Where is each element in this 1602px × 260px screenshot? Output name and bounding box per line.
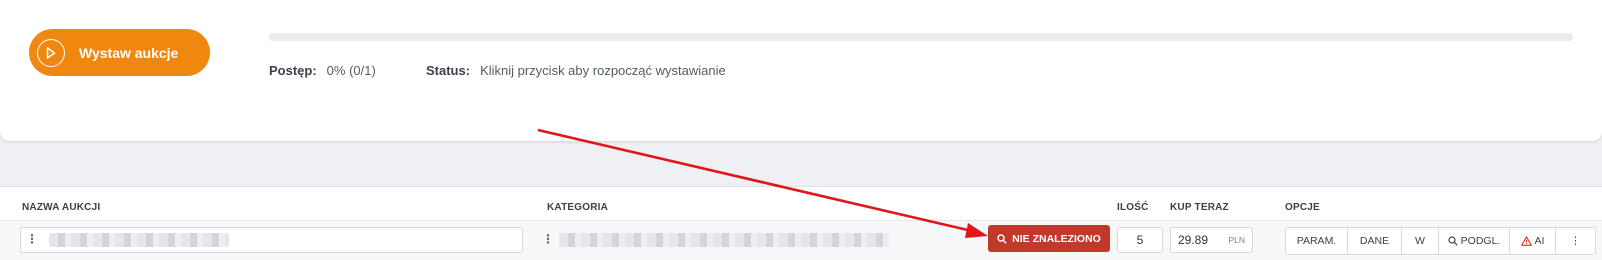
- auctions-table: NAZWA AUKCJI KATEGORIA ILOŚĆ KUP TERAZ O…: [0, 186, 1602, 260]
- category-drag-icon[interactable]: ⋮: [542, 232, 554, 246]
- table-row: ⋮ ⋮ NIE ZNALEZIONO 5 29.89 PLN PARAM. DA…: [0, 221, 1602, 260]
- column-header-options: OPCJE: [1285, 202, 1320, 213]
- progress-value: 0% (0/1): [326, 63, 376, 78]
- options-button-group: PARAM. DANE W PODGL. AI ⋮: [1285, 227, 1596, 255]
- column-header-category: KATEGORIA: [547, 202, 609, 213]
- status-label: Status:: [426, 63, 471, 78]
- params-label: PARAM.: [1296, 235, 1337, 247]
- progress-bar: [269, 33, 1573, 41]
- publish-auctions-label: Wystaw aukcje: [79, 44, 179, 61]
- ai-label: AI: [1534, 235, 1545, 247]
- ai-button[interactable]: AI: [1510, 228, 1556, 254]
- not-found-label: NIE ZNALEZIONO: [1012, 232, 1101, 245]
- more-options-icon: ⋮: [1570, 235, 1581, 247]
- redacted-auction-name: [49, 233, 229, 247]
- price-value: 29.89: [1178, 233, 1209, 247]
- column-header-buy-now: KUP TERAZ: [1170, 202, 1229, 213]
- play-icon: [37, 38, 65, 67]
- status-value: Kliknij przycisk aby rozpocząć wystawian…: [480, 63, 726, 78]
- search-icon: [997, 233, 1007, 244]
- more-options-button[interactable]: ⋮: [1556, 228, 1595, 254]
- data-button[interactable]: DANE: [1348, 228, 1402, 254]
- data-label: DANE: [1359, 235, 1390, 247]
- progress-label: Postęp:: [269, 63, 317, 78]
- publish-auctions-button[interactable]: Wystaw aukcje: [29, 29, 210, 76]
- preview-button[interactable]: PODGL.: [1439, 228, 1510, 254]
- params-button[interactable]: PARAM.: [1286, 228, 1348, 254]
- search-icon: [1448, 236, 1458, 246]
- progress-info: Postęp: 0% (0/1): [269, 63, 376, 78]
- column-header-qty: ILOŚĆ: [1117, 202, 1149, 213]
- quantity-input[interactable]: 5: [1117, 227, 1163, 253]
- w-label: W: [1415, 235, 1425, 247]
- w-button[interactable]: W: [1402, 228, 1439, 254]
- preview-label: PODGL.: [1460, 235, 1501, 247]
- category-not-found-button[interactable]: NIE ZNALEZIONO: [988, 225, 1110, 252]
- drag-handle-icon[interactable]: ⋮: [26, 232, 38, 246]
- price-currency: PLN: [1228, 235, 1245, 245]
- warning-icon: [1520, 236, 1532, 246]
- redacted-category: [559, 233, 889, 247]
- publish-panel: Wystaw aukcje Postęp: 0% (0/1) Status: K…: [0, 0, 1602, 141]
- quantity-value: 5: [1136, 233, 1144, 247]
- buy-now-price-input[interactable]: 29.89 PLN: [1170, 227, 1253, 253]
- auction-name-input[interactable]: ⋮: [20, 227, 523, 253]
- status-info: Status: Kliknij przycisk aby rozpocząć w…: [426, 63, 726, 78]
- column-header-name: NAZWA AUKCJI: [22, 202, 101, 213]
